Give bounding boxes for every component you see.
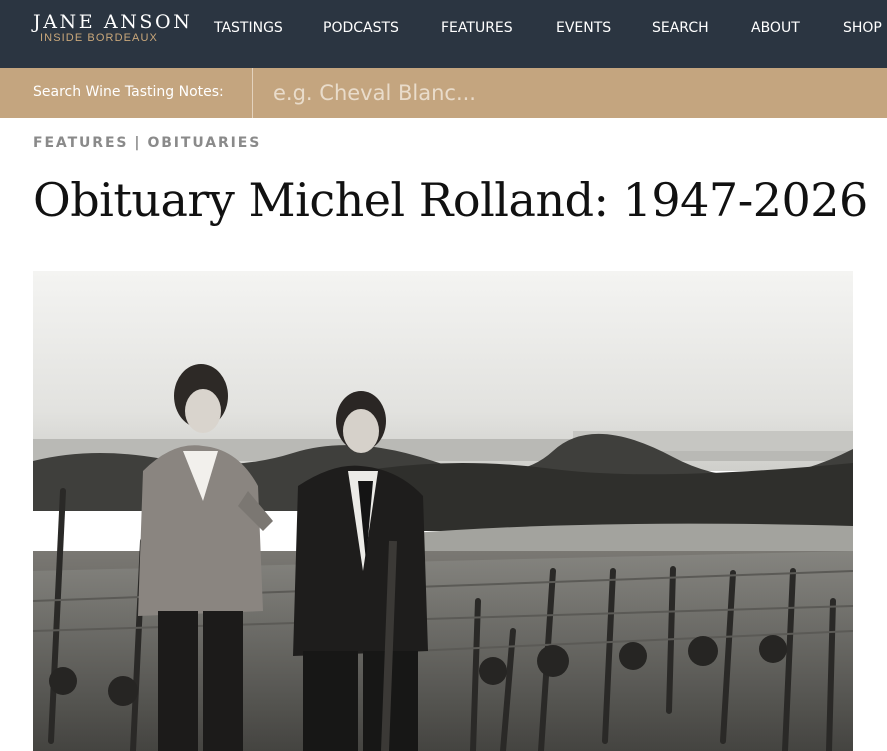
logo-name: JANE ANSON (33, 11, 193, 33)
page-title: Obituary Michel Rolland: 1947-2026 (33, 173, 868, 227)
nav-events[interactable]: EVENTS (556, 19, 611, 37)
nav-shop[interactable]: SHOP (843, 19, 882, 37)
site-header: JANE ANSON INSIDE BORDEAUX TASTINGS PODC… (0, 0, 887, 68)
nav-tastings[interactable]: TASTINGS (214, 19, 283, 37)
nav-about[interactable]: ABOUT (751, 19, 800, 37)
breadcrumb-separator: | (134, 135, 142, 151)
breadcrumb-obituaries[interactable]: OBITUARIES (147, 134, 261, 152)
search-label: Search Wine Tasting Notes: (33, 84, 224, 100)
breadcrumb: FEATURES | OBITUARIES (33, 134, 261, 152)
tasting-search-bar: Search Wine Tasting Notes: (0, 68, 887, 118)
site-logo[interactable]: JANE ANSON INSIDE BORDEAUX (33, 12, 190, 46)
breadcrumb-features[interactable]: FEATURES (33, 134, 128, 152)
logo-tagline: INSIDE BORDEAUX (40, 32, 158, 44)
tasting-search-input[interactable] (253, 68, 887, 118)
nav-features[interactable]: FEATURES (441, 19, 513, 37)
hero-photo-image (33, 271, 853, 751)
nav-podcasts[interactable]: PODCASTS (323, 19, 399, 37)
nav-search[interactable]: SEARCH (652, 19, 709, 37)
hero-photo (33, 271, 853, 751)
